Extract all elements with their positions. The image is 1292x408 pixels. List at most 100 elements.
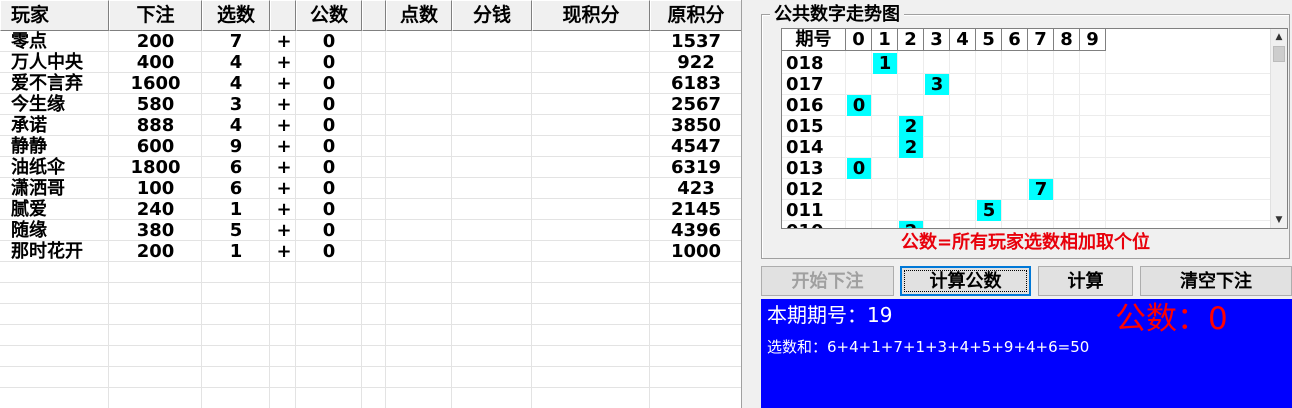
trend-row: 017 3 — [782, 74, 1272, 95]
cell-op: + — [276, 94, 292, 115]
header-col-share[interactable]: 分钱 — [452, 0, 532, 31]
cell-pick: 4 — [229, 52, 243, 73]
cell-op: + — [276, 220, 292, 241]
trend-header-issue: 期号 — [782, 29, 846, 51]
cell-bet: 888 — [136, 115, 175, 136]
header-col-player[interactable]: 玩家 — [0, 0, 109, 31]
trend-hit: 3 — [925, 74, 949, 95]
trend-title: 公共数字走势图 — [770, 4, 904, 26]
cell-player: 潇洒哥 — [11, 178, 65, 199]
header-col-public[interactable]: 公数 — [296, 0, 362, 31]
header-col-pick[interactable]: 选数 — [202, 0, 270, 31]
trend-issue: 013 — [786, 158, 824, 179]
cell-public: 0 — [322, 241, 336, 262]
trend-header-digit: 5 — [976, 29, 1002, 51]
cell-op: + — [276, 241, 292, 262]
current-issue: 本期期号：19 — [767, 303, 893, 327]
cell-original: 2567 — [670, 94, 722, 115]
grid-body: 零点 200 7 +0 1537 万人中央 400 4 +0 922 爱不言弃 1600 4 +0 6183… — [0, 31, 741, 408]
scroll-down-icon[interactable]: ▼ — [1271, 212, 1287, 228]
cell-op: + — [276, 178, 292, 199]
header-col-points[interactable]: 点数 — [386, 0, 452, 31]
rule-text: 公数=所有玩家选数相加取个位 — [900, 232, 1151, 253]
cell-public: 0 — [322, 157, 336, 178]
trend-scrollbar[interactable]: ▲ ▼ — [1270, 29, 1287, 228]
cell-original: 4396 — [670, 220, 722, 241]
table-row[interactable]: 油纸伞 1800 6 +0 6319 — [0, 157, 741, 178]
compute-public-button[interactable]: 计算公数 — [900, 266, 1031, 296]
grid-hline — [0, 282, 741, 283]
cell-player: 腻爱 — [11, 199, 47, 220]
header-col-current[interactable]: 现积分 — [532, 0, 650, 31]
cell-bet: 600 — [136, 136, 175, 157]
cell-bet: 580 — [136, 94, 175, 115]
trend-row: 014 2 — [782, 137, 1272, 158]
grid-header: 玩家 下注 选数 公数 点数 分钱 现积分 原积分 — [0, 0, 741, 31]
pick-sum: 选数和：6+4+1+7+1+3+4+5+9+4+6=50 — [767, 338, 1090, 356]
table-row[interactable]: 爱不言弃 1600 4 +0 6183 — [0, 73, 741, 94]
trend-header-digit: 0 — [846, 29, 872, 51]
header-col-bet[interactable]: 下注 — [109, 0, 202, 31]
cell-bet: 240 — [136, 199, 175, 220]
header-col-blank[interactable] — [362, 0, 386, 31]
table-row[interactable]: 那时花开 200 1 +0 1000 — [0, 241, 741, 262]
grid-hline — [0, 345, 741, 346]
public-number: 公数：0 — [1115, 301, 1228, 337]
cell-original: 1000 — [670, 241, 722, 262]
cell-player: 爱不言弃 — [11, 73, 83, 94]
cell-player: 万人中央 — [11, 52, 83, 73]
grid-hline — [0, 303, 741, 304]
scroll-up-icon[interactable]: ▲ — [1271, 29, 1287, 45]
trend-header-digit: 7 — [1028, 29, 1054, 51]
cell-pick: 4 — [229, 73, 243, 94]
cell-player: 油纸伞 — [11, 157, 65, 178]
cell-pick: 7 — [229, 31, 243, 52]
trend-hit: 1 — [873, 53, 897, 74]
trend-row: 011 5 — [782, 200, 1272, 221]
table-row[interactable]: 潇洒哥 100 6 +0 423 — [0, 178, 741, 199]
trend-header-digit: 9 — [1080, 29, 1106, 51]
cell-public: 0 — [322, 52, 336, 73]
cell-op: + — [276, 52, 292, 73]
table-row[interactable]: 今生缘 580 3 +0 2567 — [0, 94, 741, 115]
grid-hline — [0, 324, 741, 325]
start-bet-button[interactable]: 开始下注 — [761, 266, 894, 296]
cell-pick: 3 — [229, 94, 243, 115]
scroll-thumb[interactable] — [1273, 46, 1285, 62]
cell-original: 423 — [677, 178, 715, 199]
trend-hit: 7 — [1029, 179, 1053, 200]
cell-bet: 400 — [136, 52, 175, 73]
table-row[interactable]: 承诺 888 4 +0 3850 — [0, 115, 741, 136]
header-col-original[interactable]: 原积分 — [650, 0, 741, 31]
cell-op: + — [276, 136, 292, 157]
trend-row: 012 7 — [782, 179, 1272, 200]
trend-issue: 015 — [786, 116, 824, 137]
player-grid[interactable]: 玩家 下注 选数 公数 点数 分钱 现积分 原积分 零点 200 7 +0 1537 万人中央 400 4 +… — [0, 0, 742, 408]
cell-pick: 9 — [229, 136, 243, 157]
cell-original: 2145 — [670, 199, 722, 220]
cell-original: 4547 — [670, 136, 722, 157]
info-panel: 本期期号：19 选数和：6+4+1+7+1+3+4+5+9+4+6=50 公数：… — [761, 299, 1292, 408]
trend-header-digit: 6 — [1002, 29, 1028, 51]
table-row[interactable]: 静静 600 9 +0 4547 — [0, 136, 741, 157]
cell-public: 0 — [322, 31, 336, 52]
cell-public: 0 — [322, 73, 336, 94]
cell-player: 静静 — [11, 136, 47, 157]
header-col-op[interactable] — [270, 0, 296, 31]
cell-pick: 4 — [229, 115, 243, 136]
trend-table[interactable]: 期号 0 1 2 3 4 5 6 7 8 9 018 1 017 3 016 0 015 2 014 2 013 0 012… — [781, 28, 1288, 229]
compute-button[interactable]: 计算 — [1038, 266, 1133, 296]
clear-bet-button[interactable]: 清空下注 — [1140, 266, 1292, 296]
table-row[interactable]: 零点 200 7 +0 1537 — [0, 31, 741, 52]
trend-hit: 2 — [899, 137, 923, 158]
trend-row: 015 2 — [782, 116, 1272, 137]
cell-pick: 1 — [229, 241, 243, 262]
cell-player: 承诺 — [11, 115, 47, 136]
cell-player: 那时花开 — [11, 241, 83, 262]
table-row[interactable]: 万人中央 400 4 +0 922 — [0, 52, 741, 73]
cell-original: 922 — [677, 52, 715, 73]
table-row[interactable]: 随缘 380 5 +0 4396 — [0, 220, 741, 241]
cell-original: 6319 — [670, 157, 722, 178]
trend-issue: 017 — [786, 74, 824, 95]
table-row[interactable]: 腻爱 240 1 +0 2145 — [0, 199, 741, 220]
